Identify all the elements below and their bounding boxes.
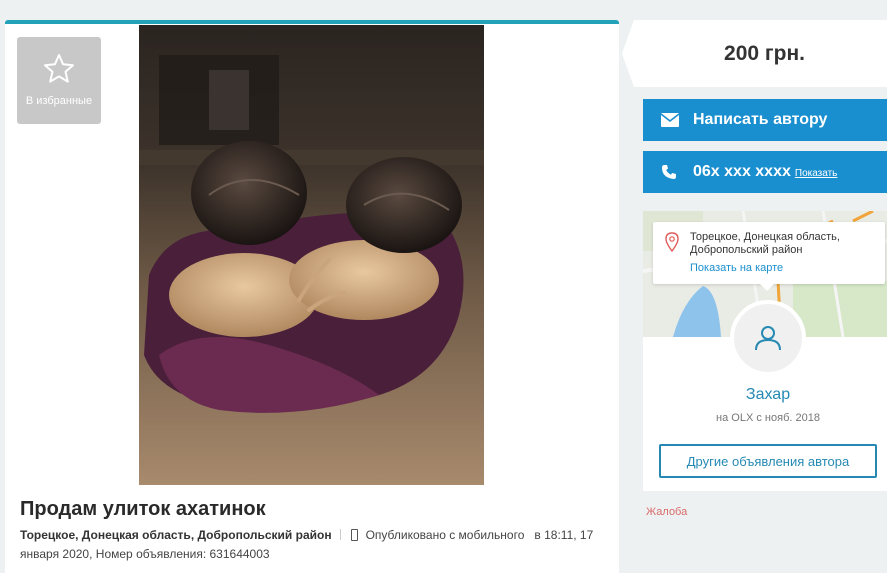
user-icon [755,326,781,351]
map-address-line2: Добропольский район [690,244,803,256]
divider [339,529,341,540]
ad-number-label: Номер объявления: [95,547,207,561]
ad-meta: Торецкое, Донецкая область, Добропольски… [20,526,610,564]
show-phone-link[interactable]: Показать [795,168,838,179]
mobile-phone-icon [350,529,358,541]
ad-card: В избранные Продам улиток ахатинок Торец… [5,20,619,573]
seller-avatar [730,300,806,376]
star-outline-icon [44,54,74,83]
favorites-label: В избранные [25,95,93,107]
other-ads-button[interactable]: Другие объявления автора [659,444,877,478]
phone-masked: 06x xxx xxxx [693,163,791,180]
seller-name[interactable]: Захар [643,386,887,404]
price-box: 200 грн. [622,20,887,87]
map-popup: Торецкое, Донецкая область, Добропольски… [653,222,885,291]
published-prefix: Опубликовано с мобильного [365,528,525,542]
complaint-link[interactable]: Жалоба [646,506,687,518]
message-author-button[interactable]: Написать автору [643,99,887,141]
phone-icon [661,163,679,181]
map-address: Торецкое, Донецкая область, Добропольски… [690,231,880,257]
show-on-map-link[interactable]: Показать на карте [690,262,783,274]
seller-since: на OLX с нояб. 2018 [716,412,820,424]
add-to-favorites-button[interactable]: В избранные [17,37,101,124]
ad-photo[interactable] [139,25,484,485]
seller-card: Торецкое, Донецкая область, Добропольски… [643,211,887,491]
ad-location: Торецкое, Донецкая область, Добропольски… [20,528,332,542]
location-pin-icon [665,232,679,252]
price: 200 грн. [724,41,805,65]
show-phone-button[interactable]: 06x xxx xxxx Показать [643,151,887,193]
snails-photo [139,25,484,485]
ad-number: 631644003 [209,547,270,561]
envelope-icon [661,111,679,129]
message-author-label: Написать автору [693,111,828,128]
map-address-line1: Торецкое, Донецкая область, [690,231,840,243]
ad-title: Продам улиток ахатинок [20,498,266,520]
